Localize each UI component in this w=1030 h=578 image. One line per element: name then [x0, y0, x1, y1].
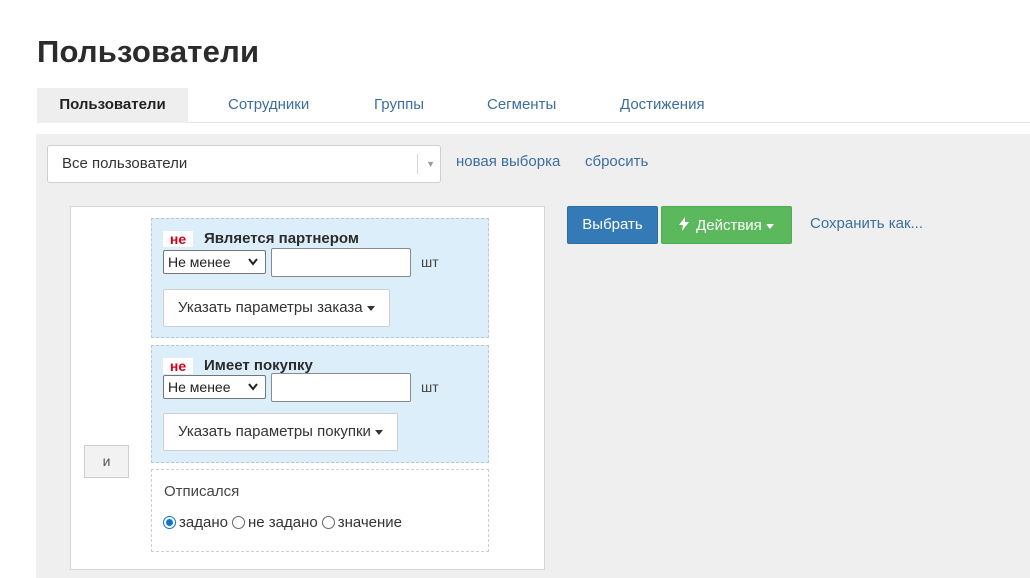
reset-link[interactable]: сбросить [585, 153, 648, 170]
tab-achievements[interactable]: Достижения [620, 88, 705, 123]
triangle-down-icon: ▼ [426, 159, 435, 169]
radio-value[interactable]: значение [321, 514, 403, 531]
conditions-box: и не Является партнером Не менее шт Указ… [70, 206, 545, 570]
purchase-params-label: Указать параметры покупки [178, 423, 371, 440]
chevron-down-icon [247, 251, 259, 280]
tab-segments[interactable]: Сегменты [487, 88, 556, 123]
tab-employees[interactable]: Сотрудники [228, 88, 309, 123]
unsubscribed-label: Отписался [164, 483, 240, 500]
actions-button-label: Действия [696, 217, 762, 234]
tab-users[interactable]: Пользователи [37, 88, 188, 123]
radio-checked-icon[interactable] [163, 516, 176, 529]
select-button[interactable]: Выбрать [567, 206, 658, 244]
tab-groups[interactable]: Группы [374, 88, 424, 123]
chevron-down-icon [247, 376, 259, 405]
caret-down-icon [765, 223, 774, 229]
unit-label: шт [421, 379, 439, 395]
negation-badge[interactable]: не [163, 358, 193, 374]
comparator-value: Не менее [168, 379, 231, 395]
filter-panel: Все пользователи ▼ новая выборка сбросит… [36, 134, 1030, 578]
quantity-input[interactable] [271, 373, 411, 402]
radio-not-set[interactable]: не задано [231, 514, 318, 531]
caret-down-icon [366, 305, 375, 311]
condition-title: Является партнером [204, 230, 359, 247]
radio-value-label: значение [337, 514, 403, 531]
condition-title: Имеет покупку [204, 357, 313, 374]
condition-partner: не Является партнером Не менее шт Указат… [151, 218, 489, 338]
actions-button[interactable]: Действия [661, 206, 792, 244]
unsubscribed-radio-group: задано не задано значение [163, 514, 406, 531]
select-divider [417, 154, 418, 174]
caret-down-icon [374, 429, 383, 435]
comparator-select[interactable]: Не менее [163, 375, 266, 399]
negation-badge[interactable]: не [163, 231, 193, 247]
radio-unchecked-icon[interactable] [321, 516, 335, 529]
comparator-value: Не менее [168, 254, 231, 270]
comparator-select[interactable]: Не менее [163, 250, 266, 274]
page-title: Пользователи [37, 34, 260, 69]
quantity-input[interactable] [271, 248, 411, 277]
unit-label: шт [421, 254, 439, 270]
radio-set[interactable]: задано [163, 514, 228, 531]
condition-unsubscribed: Отписался задано не задано значение [151, 469, 489, 552]
new-selection-link[interactable]: новая выборка [456, 153, 560, 170]
radio-set-label: задано [179, 514, 228, 531]
purchase-params-button[interactable]: Указать параметры покупки [163, 413, 398, 451]
save-as-link[interactable]: Сохранить как... [810, 215, 923, 232]
radio-unchecked-icon[interactable] [231, 516, 245, 529]
radio-not-set-label: не задано [247, 514, 318, 531]
tab-bar: Пользователи Сотрудники Группы Сегменты … [37, 88, 1030, 123]
logic-operator-button[interactable]: и [84, 445, 129, 478]
order-params-label: Указать параметры заказа [178, 299, 363, 316]
order-params-button[interactable]: Указать параметры заказа [163, 289, 390, 327]
segment-select[interactable]: Все пользователи ▼ [47, 145, 441, 183]
bolt-icon [679, 217, 693, 233]
condition-purchase: не Имеет покупку Не менее шт Указать пар… [151, 345, 489, 463]
segment-select-value: Все пользователи [62, 155, 188, 172]
